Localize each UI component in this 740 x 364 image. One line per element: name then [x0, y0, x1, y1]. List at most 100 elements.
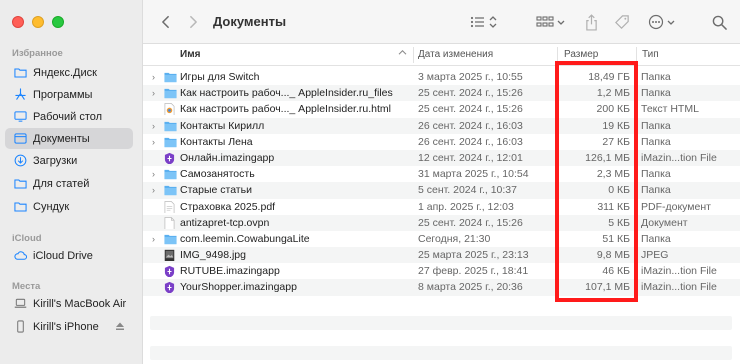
file-kind: Папка [641, 232, 671, 245]
file-row[interactable]: Онлайн.imazingapp 12 сент. 2024 г., 12:01… [143, 149, 740, 167]
file-kind: Текст HTML [641, 103, 699, 116]
grid-icon [536, 16, 565, 27]
file-date: 25 сент. 2024 г., 15:26 [418, 87, 523, 100]
folder-icon [164, 168, 177, 180]
sidebar-item-label: Рабочий стол [33, 110, 103, 123]
empty-row [150, 316, 732, 330]
file-name: Старые статьи [180, 184, 252, 197]
chevron-right-icon [189, 15, 197, 29]
sidebar-item-icloud-drive[interactable]: iCloud Drive [5, 245, 133, 266]
cloud-icon [13, 249, 27, 263]
column-kind[interactable]: Тип [642, 49, 659, 60]
list-view-icon [470, 16, 497, 28]
file-kind: Папка [641, 135, 671, 148]
file-date: 25 сент. 2024 г., 15:26 [418, 103, 523, 116]
html-file-icon [164, 103, 177, 116]
file-row[interactable]: Как настроить рабоч..._ AppleInsider.ru.… [143, 101, 740, 117]
file-kind: iMazin...tion File [641, 151, 717, 164]
back-button[interactable] [157, 12, 173, 32]
download-icon [13, 154, 27, 168]
file-date: 25 сент. 2024 г., 15:26 [418, 216, 523, 229]
file-name: Контакты Лена [180, 135, 253, 148]
disclosure-chevron-icon[interactable]: › [152, 85, 160, 101]
folder-icon [164, 120, 177, 132]
file-name: Как настроить рабоч..._ AppleInsider.ru.… [180, 103, 391, 116]
sidebar-section-favorites: Избранное [12, 48, 63, 59]
file-row[interactable]: › com.leemin.CowabungaLite Сегодня, 21:30 5… [143, 231, 740, 247]
share-icon [585, 13, 597, 31]
sidebar-item-label: iCloud Drive [33, 249, 93, 262]
file-row[interactable]: Страховка 2025.pdf 1 апр. 2025 г., 12:03 3… [143, 199, 740, 215]
folder-icon [164, 136, 177, 148]
column-date[interactable]: Дата изменения [418, 49, 493, 60]
file-row[interactable]: › Контакты Лена 26 сент. 2024 г., 16:03 27 … [143, 134, 740, 150]
sidebar-item-documents[interactable]: Документы [5, 128, 133, 149]
column-name[interactable]: Имя [180, 49, 200, 60]
sidebar-item-label: Документы [33, 132, 90, 145]
file-name: Игры для Switch [180, 71, 260, 83]
sidebar-item-downloads[interactable]: Загрузки [5, 150, 133, 171]
folder-icon [164, 184, 177, 196]
group-button[interactable] [536, 12, 568, 32]
file-kind: JPEG [641, 249, 669, 262]
file-row[interactable]: › Контакты Кирилл 26 сент. 2024 г., 16:03 1… [143, 117, 740, 134]
file-name: antizapret-tcp.ovpn [180, 216, 270, 229]
toolbar: Документы [143, 0, 740, 44]
minimize-window-button[interactable] [32, 16, 44, 28]
file-name: Контакты Кирилл [180, 119, 265, 132]
file-name: Онлайн.imazingapp [180, 151, 275, 164]
sidebar-item-macbook[interactable]: Kirill's MacBook Air [5, 293, 133, 314]
disclosure-chevron-icon[interactable]: › [152, 182, 160, 198]
finder-window: Избранное Яндекс.Диск Программы Рабочий … [0, 0, 740, 364]
folder-icon [164, 87, 177, 99]
file-date: 3 марта 2025 г., 10:55 [418, 71, 523, 83]
sidebar-item-label: Для статей [33, 177, 90, 190]
forward-button[interactable] [185, 12, 201, 32]
sidebar-section-icloud: iCloud [12, 233, 42, 244]
sidebar-item-yandex-disk[interactable]: Яндекс.Диск [5, 62, 133, 83]
sidebar-item-iphone[interactable]: Kirill's iPhone [5, 316, 133, 337]
size-column-highlight [555, 61, 638, 302]
view-options-button[interactable] [470, 12, 502, 32]
eject-icon[interactable] [115, 321, 125, 331]
file-row[interactable]: IMG_9498.jpg 25 марта 2025 г., 23:13 9,8 М… [143, 247, 740, 264]
file-row[interactable]: RUTUBE.imazingapp 27 февр. 2025 г., 18:41… [143, 263, 740, 279]
disclosure-chevron-icon[interactable]: › [152, 166, 160, 182]
zoom-window-button[interactable] [52, 16, 64, 28]
column-divider[interactable] [413, 47, 414, 63]
disclosure-chevron-icon[interactable]: › [152, 134, 160, 150]
more-icon [648, 14, 675, 30]
search-button[interactable] [710, 12, 728, 32]
imazing-file-icon [164, 281, 177, 294]
sidebar-item-articles[interactable]: Для статей [5, 173, 133, 194]
disclosure-chevron-icon[interactable]: › [152, 69, 160, 85]
tags-button[interactable] [612, 12, 632, 32]
sidebar-item-chest[interactable]: Сундук [5, 196, 133, 217]
share-button[interactable] [583, 12, 599, 32]
sidebar-item-label: Сундук [33, 200, 70, 213]
empty-row [150, 346, 732, 360]
file-name: com.leemin.CowabungaLite [180, 232, 310, 245]
imazing-file-icon [164, 152, 177, 164]
file-date: Сегодня, 21:30 [418, 232, 491, 245]
file-row[interactable]: › Старые статьи 5 сент. 2024 г., 10:37 0 КБ… [143, 182, 740, 199]
sidebar-item-applications[interactable]: Программы [5, 84, 133, 105]
file-row[interactable]: antizapret-tcp.ovpn 25 сент. 2024 г., 15:… [143, 214, 740, 231]
file-row[interactable]: YourShopper.imazingapp 8 марта 2025 г., 2… [143, 279, 740, 296]
actions-button[interactable] [648, 12, 678, 32]
file-row[interactable]: › Самозанятость 31 марта 2025 г., 10:54 2,3… [143, 166, 740, 182]
file-kind: Папка [641, 119, 671, 132]
disclosure-chevron-icon[interactable]: › [152, 231, 160, 247]
sidebar-item-label: Программы [33, 88, 93, 101]
file-row[interactable]: › Как настроить рабоч..._ AppleInsider.ru… [143, 85, 740, 102]
column-size[interactable]: Размер [564, 49, 598, 60]
sidebar-item-desktop[interactable]: Рабочий стол [5, 106, 133, 127]
file-list: › Игры для Switch 3 марта 2025 г., 10:55 18… [143, 69, 740, 296]
close-window-button[interactable] [12, 16, 24, 28]
folder-icon [13, 177, 27, 191]
sort-chevron-icon[interactable] [398, 48, 407, 59]
file-date: 31 марта 2025 г., 10:54 [418, 168, 529, 181]
file-kind: Папка [641, 168, 671, 181]
disclosure-chevron-icon[interactable]: › [152, 118, 160, 134]
file-row[interactable]: › Игры для Switch 3 марта 2025 г., 10:55 18… [143, 69, 740, 85]
